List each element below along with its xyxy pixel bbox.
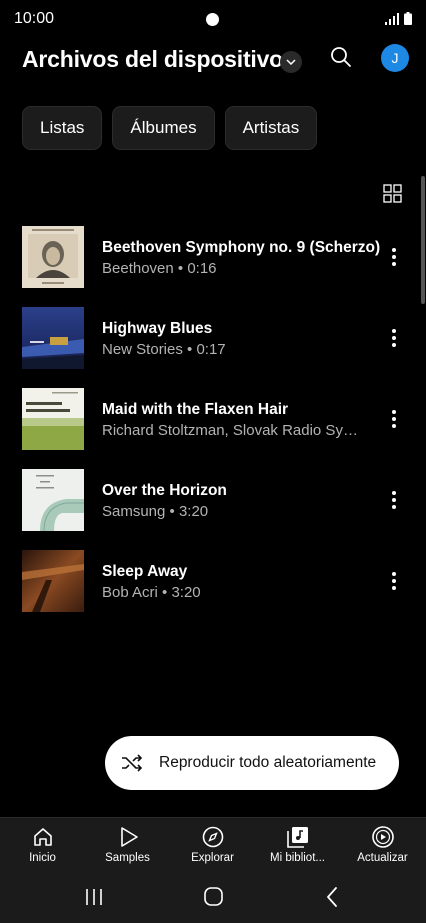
more-options-icon[interactable] [385, 488, 403, 512]
play-circle-icon [371, 826, 394, 848]
song-row[interactable]: Beethoven Symphony no. 9 (Scherzo) Beeth… [0, 217, 426, 298]
song-row[interactable]: Over the Horizon Samsung • 3:20 [0, 460, 426, 541]
bottom-nav: Inicio Samples Explorar Mi bibliot... Ac… [0, 817, 426, 875]
song-title: Over the Horizon [102, 482, 227, 499]
shuffle-icon [122, 754, 143, 772]
song-title: Maid with the Flaxen Hair [102, 401, 289, 418]
search-icon[interactable] [329, 45, 353, 69]
chip-albumes[interactable]: Álbumes [112, 106, 215, 150]
nav-item-mi-biblioteca[interactable]: Mi bibliot... [255, 818, 340, 876]
album-cover-over-the-horizon [22, 469, 84, 531]
page-title: Archivos del dispositivo [22, 46, 284, 72]
song-title: Beethoven Symphony no. 9 (Scherzo) [102, 239, 381, 256]
camera-cutout [206, 13, 219, 26]
app-header: Archivos del dispositivo J [0, 40, 426, 84]
album-cover-highway-blues [22, 307, 84, 369]
song-row[interactable]: Maid with the Flaxen Hair Richard Stoltz… [0, 379, 426, 460]
more-options-icon[interactable] [385, 245, 403, 269]
nav-label: Inicio [29, 852, 56, 864]
status-time: 10:00 [14, 10, 55, 27]
album-cover-stoltzman [22, 388, 84, 450]
status-bar: 10:00 [0, 0, 426, 40]
song-subtitle: New Stories • 0:17 [102, 341, 226, 358]
nav-label: Actualizar [357, 852, 408, 864]
status-icons [385, 12, 412, 25]
song-subtitle: Beethoven • 0:16 [102, 260, 217, 277]
nav-item-inicio[interactable]: Inicio [0, 818, 85, 876]
compass-icon [202, 826, 223, 848]
song-subtitle: Samsung • 3:20 [102, 503, 209, 520]
more-options-icon[interactable] [385, 326, 403, 350]
more-options-icon[interactable] [385, 569, 403, 593]
grid-view-icon[interactable] [383, 184, 402, 203]
chip-listas[interactable]: Listas [22, 106, 103, 150]
album-cover-sleep-away [22, 550, 84, 612]
song-subtitle: Richard Stoltzman, Slovak Radio Symphony… [102, 422, 370, 439]
avatar[interactable]: J [381, 44, 409, 72]
shuffle-label: Reproducir todo aleatoriamente [159, 754, 377, 771]
album-cover-beethoven [22, 226, 84, 288]
signal-icon [385, 13, 399, 25]
shuffle-all-button[interactable]: Reproducir todo aleatoriamente [105, 736, 399, 790]
nav-label: Samples [105, 852, 150, 864]
more-options-icon[interactable] [385, 407, 403, 431]
song-row[interactable]: Sleep Away Bob Acri • 3:20 [0, 541, 426, 622]
chip-artistas[interactable]: Artistas [224, 106, 318, 150]
play-outline-icon [120, 827, 138, 847]
nav-label: Explorar [191, 852, 234, 864]
battery-icon [404, 12, 412, 25]
library-icon [286, 827, 308, 848]
song-title: Sleep Away [102, 563, 188, 580]
home-icon [33, 828, 52, 846]
nav-item-samples[interactable]: Samples [85, 818, 170, 876]
recent-apps-icon[interactable] [79, 885, 109, 909]
nav-item-actualizar[interactable]: Actualizar [340, 818, 425, 876]
system-nav-bar [0, 875, 426, 923]
nav-label: Mi bibliot... [270, 852, 325, 864]
filter-chips: Listas Álbumes Artistas [22, 106, 318, 150]
nav-item-explorar[interactable]: Explorar [170, 818, 255, 876]
home-button-icon[interactable] [198, 885, 228, 909]
song-row[interactable]: Highway Blues New Stories • 0:17 [0, 298, 426, 379]
song-title: Highway Blues [102, 320, 213, 337]
chevron-down-icon [286, 59, 296, 65]
song-subtitle: Bob Acri • 3:20 [102, 584, 201, 601]
title-dropdown-button[interactable] [280, 51, 302, 73]
back-icon[interactable] [318, 885, 348, 909]
